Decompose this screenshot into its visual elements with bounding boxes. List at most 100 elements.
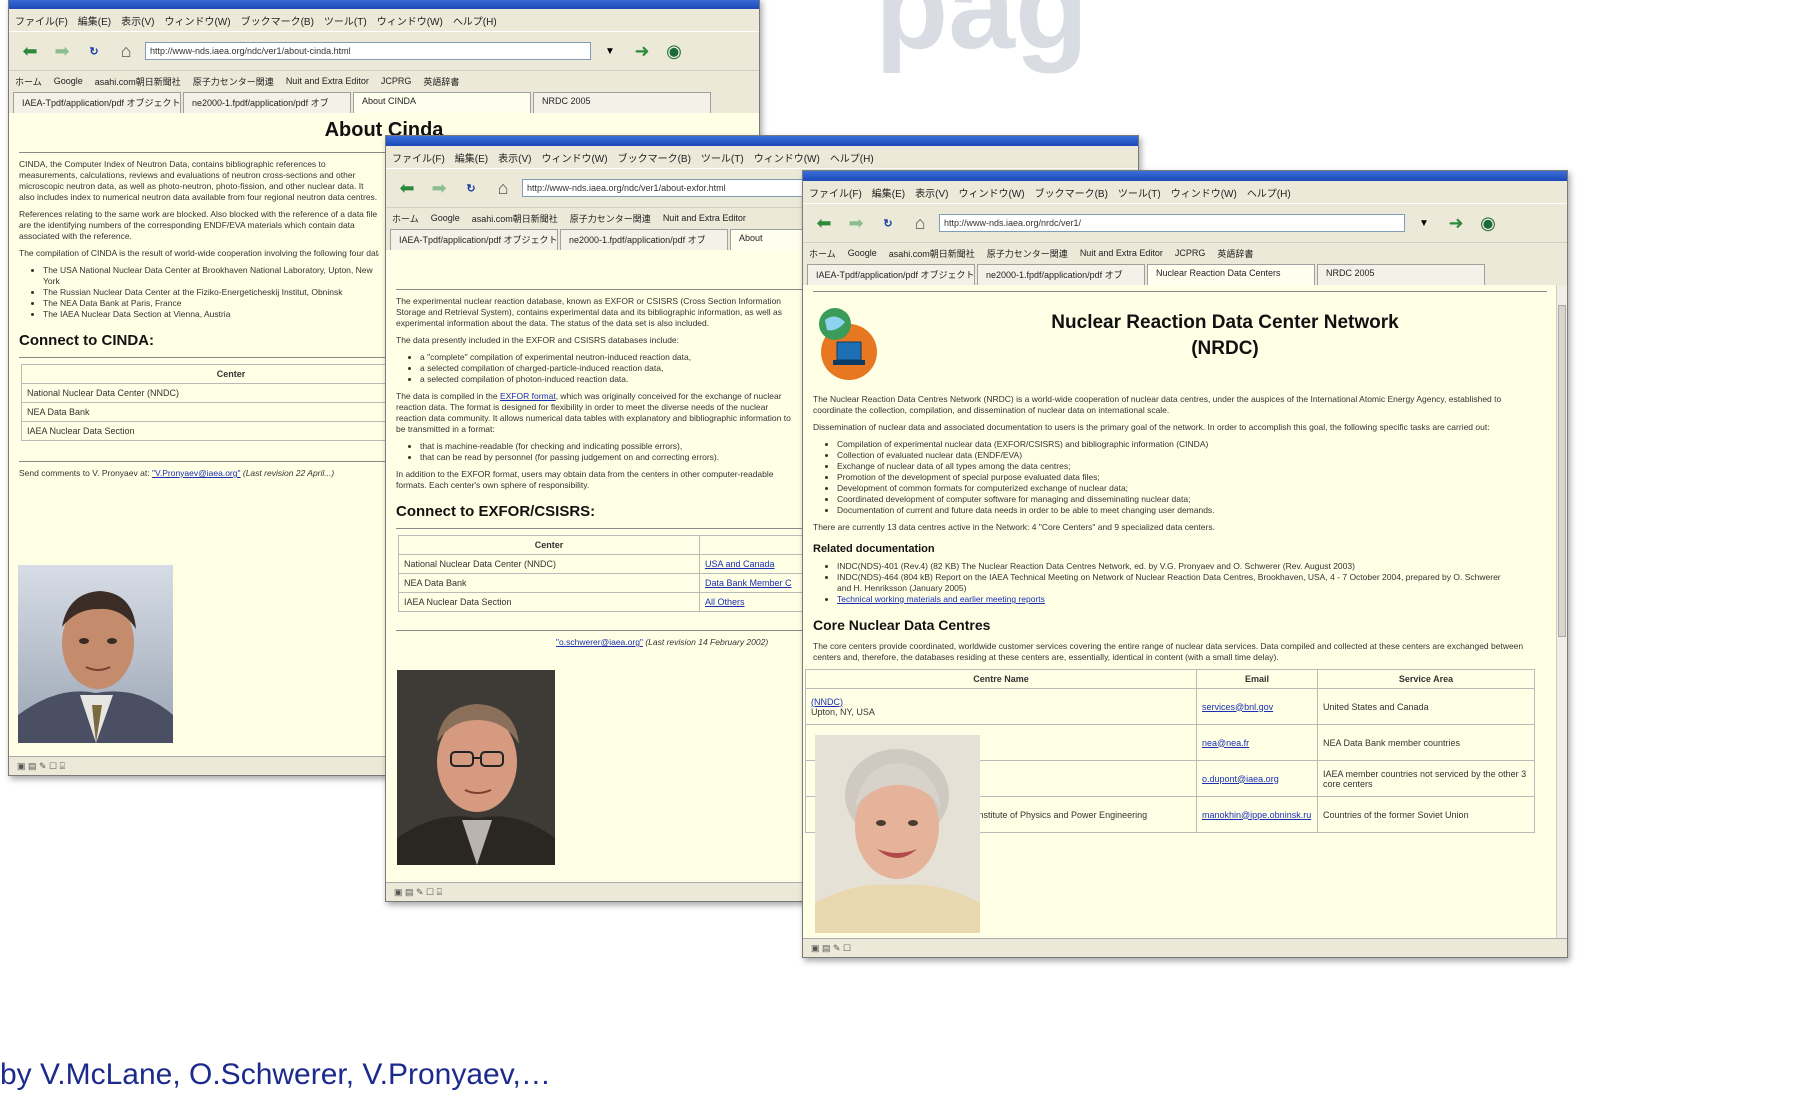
email-link[interactable]: services@bnl.gov xyxy=(1202,702,1273,712)
bookmark-item[interactable]: ホーム xyxy=(809,247,836,260)
window-titlebar[interactable] xyxy=(386,136,1138,146)
bookmark-item[interactable]: Google xyxy=(848,248,877,258)
tab-pdf-1[interactable]: IAEA-Tpdf/application/pdf オブジェクト xyxy=(807,264,975,285)
bookmark-item[interactable]: JCPRG xyxy=(381,76,412,86)
forward-arrow-icon[interactable]: ➡ xyxy=(426,175,452,201)
forward-arrow-icon[interactable]: ➡ xyxy=(843,210,869,236)
centre-link[interactable]: (NNDC) xyxy=(811,697,843,707)
tab-nrdc-2005[interactable]: NRDC 2005 xyxy=(1317,264,1485,285)
document-link[interactable]: INDC(NDS)-464 (804 kB) Report on the IAE… xyxy=(837,572,1501,593)
tab-nrdc-centers[interactable]: Nuclear Reaction Data Centers xyxy=(1147,264,1315,285)
menu-bookmarks[interactable]: ブックマーク(B) xyxy=(1035,185,1108,200)
menu-tools[interactable]: ツール(T) xyxy=(701,150,744,165)
table-row[interactable]: IAEA Nuclear Data Section xyxy=(21,421,441,441)
service-area-link[interactable]: All Others xyxy=(705,597,745,607)
email-link[interactable]: o.dupont@iaea.org xyxy=(1202,774,1279,784)
menu-help[interactable]: ヘルプ(H) xyxy=(830,150,874,165)
menu-file[interactable]: ファイル(F) xyxy=(809,185,862,200)
menu-bookmarks[interactable]: ブックマーク(B) xyxy=(618,150,691,165)
bookmark-item[interactable]: Nuit and Extra Editor xyxy=(286,76,369,86)
window-titlebar[interactable] xyxy=(9,0,759,9)
exfor-format-link[interactable]: EXFOR format xyxy=(500,391,556,401)
bookmark-item[interactable]: 英語辞書 xyxy=(423,75,459,88)
bookmark-item[interactable]: 英語辞書 xyxy=(1217,247,1253,260)
document-link[interactable]: INDC(NDS)-401 (Rev.4) (82 KB) The Nuclea… xyxy=(837,561,1355,571)
email-link[interactable]: "o.schwerer@iaea.org" xyxy=(556,637,643,647)
go-icon[interactable]: ➜ xyxy=(629,38,655,64)
table-row[interactable]: NEA Data Bank xyxy=(21,402,441,422)
home-icon[interactable]: ⌂ xyxy=(490,175,516,201)
email-link[interactable]: nea@nea.fr xyxy=(1202,738,1249,748)
window-titlebar[interactable] xyxy=(803,171,1567,181)
menu-tools[interactable]: ツール(T) xyxy=(324,13,367,28)
data-types-list: a "complete" compilation of experimental… xyxy=(386,352,800,385)
menu-help[interactable]: ヘルプ(H) xyxy=(1247,185,1291,200)
bookmark-item[interactable]: Google xyxy=(431,213,460,223)
table-row[interactable]: National Nuclear Data Center (NNDC) xyxy=(21,383,441,403)
reload-icon[interactable]: ↻ xyxy=(458,175,484,201)
menu-go[interactable]: ウィンドウ(W) xyxy=(958,185,1024,200)
bookmark-item[interactable]: asahi.com朝日新聞社 xyxy=(889,247,975,260)
forward-arrow-icon[interactable]: ➡ xyxy=(49,38,75,64)
menu-go[interactable]: ウィンドウ(W) xyxy=(541,150,607,165)
back-arrow-icon[interactable]: ⬅ xyxy=(17,38,43,64)
go-icon[interactable]: ➜ xyxy=(1443,210,1469,236)
tab-pdf-1[interactable]: IAEA-Tpdf/application/pdf オブジェクト xyxy=(390,229,558,250)
home-icon[interactable]: ⌂ xyxy=(907,210,933,236)
menu-edit[interactable]: 編集(E) xyxy=(872,185,905,200)
browser-globe-icon[interactable]: ◉ xyxy=(1475,210,1501,236)
list-item[interactable]: Collection of evaluated nuclear data (EN… xyxy=(837,450,1517,461)
bookmark-item[interactable]: Google xyxy=(54,76,83,86)
menu-window[interactable]: ウィンドウ(W) xyxy=(754,150,820,165)
bookmark-item[interactable]: JCPRG xyxy=(1175,248,1206,258)
browser-globe-icon[interactable]: ◉ xyxy=(661,38,687,64)
table-cell: National Nuclear Data Center (NNDC) xyxy=(398,554,700,574)
menu-view[interactable]: 表示(V) xyxy=(915,185,948,200)
bookmark-item[interactable]: ホーム xyxy=(15,75,42,88)
email-link[interactable]: "V.Pronyaev@iaea.org" xyxy=(152,468,241,478)
tab-nrdc[interactable]: NRDC 2005 xyxy=(533,92,711,113)
bookmark-item[interactable]: asahi.com朝日新聞社 xyxy=(95,75,181,88)
bookmark-item[interactable]: Nuit and Extra Editor xyxy=(663,213,746,223)
dropdown-arrow-icon[interactable]: ▼ xyxy=(1411,210,1437,236)
menu-tools[interactable]: ツール(T) xyxy=(1118,185,1161,200)
bookmark-item[interactable]: Nuit and Extra Editor xyxy=(1080,248,1163,258)
menu-window[interactable]: ウィンドウ(W) xyxy=(1171,185,1237,200)
menu-file[interactable]: ファイル(F) xyxy=(15,13,68,28)
tab-about-exfor[interactable]: About xyxy=(730,229,808,250)
menu-edit[interactable]: 編集(E) xyxy=(78,13,111,28)
bookmark-item[interactable]: 原子力センター関連 xyxy=(193,75,274,88)
menu-edit[interactable]: 編集(E) xyxy=(455,150,488,165)
address-bar[interactable]: http://www-nds.iaea.org/ndc/ver1/about-c… xyxy=(145,42,591,60)
dropdown-arrow-icon[interactable]: ▼ xyxy=(597,38,623,64)
menu-view[interactable]: 表示(V) xyxy=(121,13,154,28)
bookmark-item[interactable]: 原子力センター関連 xyxy=(570,212,651,225)
tab-pdf-1[interactable]: IAEA-Tpdf/application/pdf オブジェクト xyxy=(13,92,181,113)
vertical-scrollbar[interactable] xyxy=(1556,285,1567,939)
tab-pdf-2[interactable]: ne2000-1.fpdf/application/pdf オブ xyxy=(560,229,728,250)
menu-window[interactable]: ウィンドウ(W) xyxy=(377,13,443,28)
menu-bookmarks[interactable]: ブックマーク(B) xyxy=(241,13,314,28)
document-link[interactable]: Technical working materials and earlier … xyxy=(837,594,1045,604)
tab-pdf-2[interactable]: ne2000-1.fpdf/application/pdf オブ xyxy=(183,92,351,113)
address-bar[interactable]: http://www-nds.iaea.org/nrdc/ver1/ xyxy=(939,214,1405,232)
menu-view[interactable]: 表示(V) xyxy=(498,150,531,165)
bookmark-item[interactable]: asahi.com朝日新聞社 xyxy=(472,212,558,225)
email-link[interactable]: manokhin@ippe.obninsk.ru xyxy=(1202,810,1311,820)
service-area-link[interactable]: Data Bank Member C xyxy=(705,578,792,588)
service-area-link[interactable]: USA and Canada xyxy=(705,559,775,569)
bookmark-item[interactable]: ホーム xyxy=(392,212,419,225)
tab-about-cinda[interactable]: About CINDA xyxy=(353,92,531,113)
menu-go[interactable]: ウィンドウ(W) xyxy=(164,13,230,28)
scrollbar-thumb[interactable] xyxy=(1558,305,1566,637)
list-item[interactable]: Compilation of experimental nuclear data… xyxy=(837,439,1517,450)
tab-pdf-2[interactable]: ne2000-1.fpdf/application/pdf オブ xyxy=(977,264,1145,285)
reload-icon[interactable]: ↻ xyxy=(875,210,901,236)
back-arrow-icon[interactable]: ⬅ xyxy=(811,210,837,236)
bookmark-item[interactable]: 原子力センター関連 xyxy=(987,247,1068,260)
home-icon[interactable]: ⌂ xyxy=(113,38,139,64)
reload-icon[interactable]: ↻ xyxy=(81,38,107,64)
menu-help[interactable]: ヘルプ(H) xyxy=(453,13,497,28)
menu-file[interactable]: ファイル(F) xyxy=(392,150,445,165)
back-arrow-icon[interactable]: ⬅ xyxy=(394,175,420,201)
